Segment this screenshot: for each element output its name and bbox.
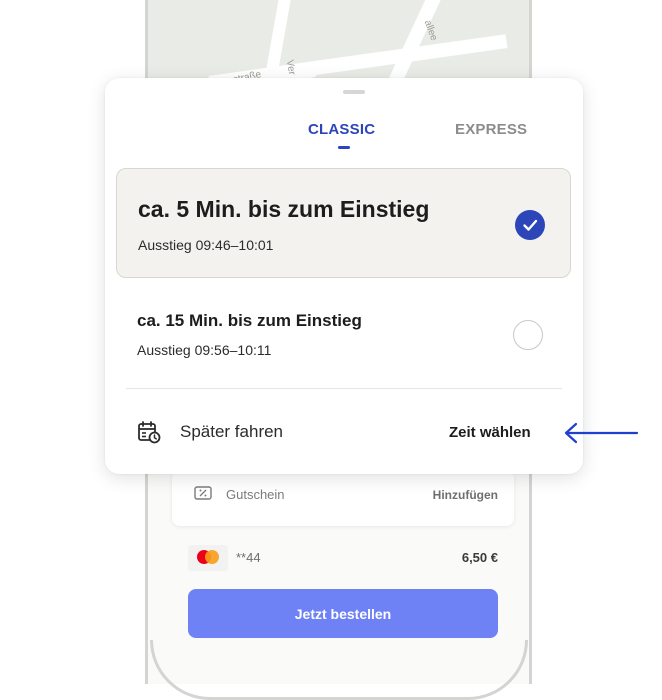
voucher-label: Gutschein [226,487,285,502]
mastercard-icon [188,545,228,571]
ride-option-subtitle: Ausstieg 09:46–10:01 [138,237,274,253]
calendar-clock-icon [138,421,161,444]
price-label: 6,50 € [461,550,498,565]
street-label: allee [421,18,440,43]
tab-express[interactable]: EXPRESS [455,121,527,138]
street-label: Ver [283,59,298,76]
payment-row[interactable]: **44 6,50 € [172,540,514,572]
checkmark-icon [515,210,545,240]
payment-card-label: **44 [236,550,261,565]
schedule-later-label: Später fahren [180,422,284,441]
ride-option-selected[interactable]: ca. 5 Min. bis zum Einstieg Ausstieg 09:… [116,168,571,278]
add-voucher-link[interactable]: Hinzufügen [433,488,498,502]
phone-frame-bottom [150,640,528,700]
ride-option-subtitle: Ausstieg 09:56–10:11 [137,342,272,358]
tab-classic[interactable]: CLASSIC [308,121,375,138]
ride-option-title: ca. 5 Min. bis zum Einstieg [138,196,430,222]
ride-option[interactable]: ca. 15 Min. bis zum Einstieg Ausstieg 09… [116,288,571,378]
radio-button[interactable] [513,320,543,350]
divider [126,388,562,389]
drag-handle[interactable] [343,90,365,94]
active-tab-indicator [338,146,350,149]
order-now-button[interactable]: Jetzt bestellen [188,589,498,638]
ride-option-title: ca. 15 Min. bis zum Einstieg [137,311,362,330]
arrow-left-icon [564,422,639,444]
ride-options-sheet: CLASSIC EXPRESS ca. 5 Min. bis zum Einst… [105,78,583,474]
choose-time-button[interactable]: Zeit wählen [449,424,531,441]
voucher-card[interactable]: Gutschein Hinzufügen [172,470,514,526]
voucher-icon [194,486,212,500]
